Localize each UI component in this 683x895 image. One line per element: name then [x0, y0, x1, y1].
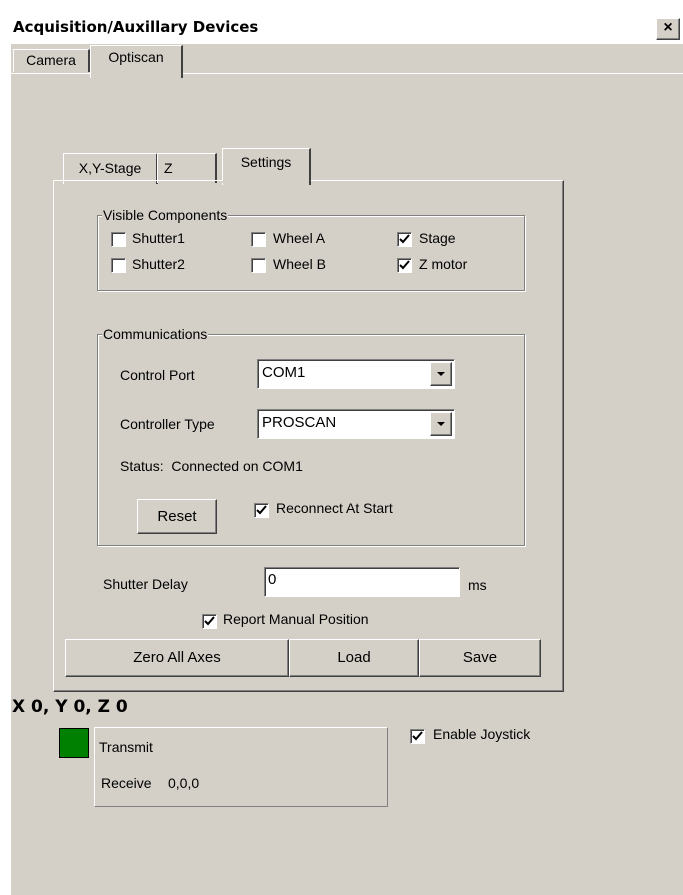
z-motor-label: Z motor [419, 256, 468, 272]
tab-optiscan-label: Optiscan [108, 49, 164, 65]
tab-settings-label: Settings [240, 154, 292, 170]
tab-z-label: Z [164, 160, 173, 176]
shutter2-checkbox[interactable] [111, 258, 126, 273]
shutter-delay-unit: ms [468, 577, 487, 593]
shutter1-label: Shutter1 [132, 230, 185, 246]
tab-xy-stage-label: X,Y-Stage [78, 160, 142, 176]
window-title: Acquisition/Auxillary Devices [13, 18, 259, 36]
enable-joystick-label: Enable Joystick [433, 726, 531, 742]
control-port-dropdown-button[interactable] [430, 362, 452, 386]
shutter2-label: Shutter2 [132, 256, 185, 272]
connection-status: Status: Connected on COM1 [120, 458, 303, 474]
shutter-delay-field[interactable] [264, 567, 460, 597]
checkmark-icon [412, 731, 423, 741]
checkmark-icon [204, 616, 215, 626]
control-port-value: COM1 [262, 364, 306, 381]
tab-camera-label: Camera [26, 52, 76, 68]
report-manual-position-checkbox[interactable] [202, 614, 217, 629]
chevron-down-icon [437, 422, 445, 426]
shutter-delay-input[interactable] [268, 571, 448, 588]
status-indicator [59, 728, 89, 758]
reset-button-label: Reset [157, 508, 197, 525]
close-button[interactable]: × [656, 18, 680, 40]
controller-type-select[interactable]: PROSCAN [257, 409, 455, 439]
load-button-label: Load [337, 649, 371, 666]
shutter1-checkbox[interactable] [111, 232, 126, 247]
load-button[interactable]: Load [289, 639, 419, 677]
controller-type-label: Controller Type [120, 416, 215, 432]
control-port-select[interactable]: COM1 [257, 359, 455, 389]
enable-joystick-checkbox[interactable] [410, 729, 425, 744]
stage-checkbox[interactable] [397, 232, 412, 247]
wheel-a-checkbox[interactable] [251, 232, 266, 247]
wheel-a-label: Wheel A [273, 230, 326, 246]
zero-all-axes-label: Zero All Axes [133, 649, 221, 666]
tab-strip-line-right [182, 73, 683, 74]
tab-join [222, 181, 309, 183]
zero-all-axes-button[interactable]: Zero All Axes [65, 639, 289, 677]
reconnect-at-start-label: Reconnect At Start [276, 500, 393, 516]
visible-components-group: Visible Components [97, 207, 525, 291]
save-button-label: Save [462, 649, 498, 666]
controller-type-value: PROSCAN [262, 414, 337, 431]
checkmark-icon [399, 260, 410, 270]
report-manual-position-label: Report Manual Position [223, 611, 369, 627]
stage-label: Stage [419, 230, 456, 246]
save-button[interactable]: Save [419, 639, 541, 677]
control-port-label: Control Port [120, 367, 195, 383]
position-readout: X 0, Y 0, Z 0 [12, 697, 128, 717]
visible-components-title: Visible Components [102, 207, 229, 223]
shutter-delay-label: Shutter Delay [103, 576, 188, 592]
receive-label: Receive [101, 775, 152, 791]
transmit-label: Transmit [99, 739, 153, 755]
tab-camera[interactable]: Camera [13, 49, 90, 72]
wheel-b-label: Wheel B [273, 256, 326, 272]
communications-title: Communications [102, 326, 209, 342]
reset-button[interactable]: Reset [137, 499, 217, 534]
receive-value: 0,0,0 [168, 775, 200, 791]
tab-z[interactable]: Z [157, 153, 217, 183]
tab-settings[interactable]: Settings [222, 148, 311, 185]
chevron-down-icon [437, 372, 445, 376]
tab-optiscan[interactable]: Optiscan [90, 45, 183, 78]
wheel-b-checkbox[interactable] [251, 258, 266, 273]
checkmark-icon [256, 505, 267, 515]
checkmark-icon [399, 234, 410, 244]
tab-strip-line [11, 73, 90, 74]
z-motor-checkbox[interactable] [397, 258, 412, 273]
reconnect-at-start-checkbox[interactable] [254, 503, 269, 518]
controller-type-dropdown-button[interactable] [430, 412, 452, 436]
dialog-window: Acquisition/Auxillary Devices × Camera O… [10, 16, 683, 895]
close-icon: × [663, 19, 673, 36]
title-bar[interactable]: Acquisition/Auxillary Devices × [11, 16, 683, 44]
